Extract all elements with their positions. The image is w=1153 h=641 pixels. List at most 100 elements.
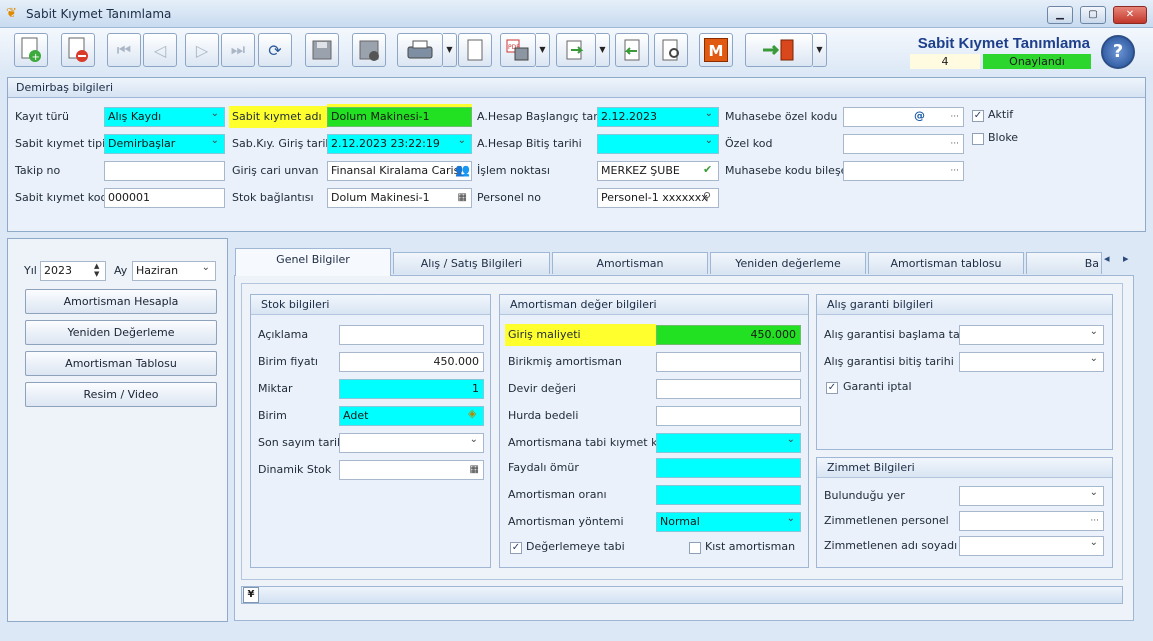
garanti-bit-select[interactable] [959,352,1104,372]
person-search-icon[interactable]: ⚲ [703,190,711,203]
at-sign-icon[interactable]: @ [914,109,925,122]
yeniden-degerleme-button[interactable]: Yeniden Değerleme [25,320,217,345]
zimmet-adi-select[interactable] [959,536,1104,556]
ahesap-bas-select[interactable]: 2.12.2023 [597,107,719,127]
sk-adi-input[interactable]: Dolum Makinesi-1 [327,107,472,127]
sk-kodu-input[interactable]: 000001 [104,188,225,208]
help-icon[interactable]: ? [1101,35,1135,69]
yontem-select[interactable]: Normal [656,512,801,532]
birim-fiyati-label: Birim fiyatı [258,355,318,368]
takip-no-input[interactable] [104,161,225,181]
muh-ozel-input[interactable] [843,107,964,127]
expand-icon[interactable]: ¥ [243,587,259,603]
tab-amortisman[interactable]: Amortisman [552,252,708,274]
garanti-iptal-checkbox[interactable]: ✓ [826,382,838,394]
bulundugu-yer-select[interactable] [959,486,1104,506]
print-dropdown-icon[interactable]: ▼ [443,33,457,67]
muh-bilesen-input[interactable] [843,161,964,181]
garanti-bit-label: Alış garantisi bitiş tarihi [824,355,954,368]
son-sayim-select[interactable] [339,433,484,453]
first-record-icon[interactable]: ⏮ [107,33,141,67]
pdf-export-icon[interactable]: PDF [500,33,536,67]
people-icon[interactable]: 👥 [455,163,470,177]
sk-adi-label: Sabit kıymet adı [229,106,327,128]
oran-input[interactable] [656,485,801,505]
giris-tarihi-select[interactable]: 2.12.2023 23:22:19 [327,134,472,154]
bulundugu-yer-label: Bulunduğu yer [824,489,905,502]
close-window-button[interactable]: ✕ [1113,6,1147,24]
back-icon[interactable] [615,33,649,67]
muh-bilesen-label: Muhasebe kodu bileşeni [725,164,858,177]
dinamik-input[interactable] [339,460,484,480]
settings-icon[interactable] [654,33,688,67]
ay-select[interactable]: Haziran [132,261,216,281]
export-dropdown-icon[interactable]: ▼ [596,33,610,67]
zimmet-personel-input[interactable] [959,511,1104,531]
m-icon[interactable]: M [699,33,733,67]
tab-genel-bilgiler[interactable]: Genel Bilgiler [235,248,391,276]
birikmis-input[interactable] [656,352,801,372]
print-icon[interactable] [397,33,443,67]
birim-fiyati-input[interactable]: 450.000 [339,352,484,372]
garanti-bas-select[interactable] [959,325,1104,345]
amortisman-hesapla-button[interactable]: Amortisman Hesapla [25,289,217,314]
kayit-turu-label: Kayıt türü [15,110,69,123]
degerlemeye-checkbox[interactable]: ✓ [510,542,522,554]
save-close-icon[interactable] [352,33,386,67]
spinner-arrows-icon[interactable]: ▲ ▼ [94,262,99,278]
kayit-turu-select[interactable]: Alış Kaydı [104,107,225,127]
muh-ozel-label: Muhasebe özel kodu [725,110,838,123]
sk-tipi-select[interactable]: Demirbaşlar [104,134,225,154]
islem-input[interactable]: MERKEZ ŞUBE [597,161,719,181]
resim-video-button[interactable]: Resim / Video [25,382,217,407]
birikmis-label: Birikmiş amortisman [508,355,622,368]
exit-dropdown-icon[interactable]: ▼ [813,33,827,67]
miktar-label: Miktar [258,382,293,395]
tag-icon[interactable]: ◈ [468,407,476,420]
tab-amortisman-tablosu[interactable]: Amortisman tablosu [868,252,1024,274]
personel-input[interactable]: Personel-1 xxxxxxx [597,188,719,208]
giris-maliyeti-input[interactable]: 450.000 [656,325,801,345]
last-record-icon[interactable]: ⏭ [221,33,255,67]
delete-document-icon[interactable] [61,33,95,67]
birim-input[interactable]: Adet [339,406,484,426]
tabi-kod-select[interactable] [656,433,801,453]
pdf-dropdown-icon[interactable]: ▼ [536,33,550,67]
blank-page-icon[interactable] [458,33,492,67]
sk-kodu-label: Sabit kıymet kodu [15,191,115,204]
kist-checkbox[interactable] [689,542,701,554]
check-icon[interactable]: ✔ [703,163,712,176]
tabi-kod-label: Amortismana tabi kıymet kodu [508,436,678,449]
expander-bar[interactable] [241,586,1123,604]
personel-label: Personel no [477,191,541,204]
tab-next-icon[interactable]: ▸ [1123,252,1129,265]
bloke-checkbox[interactable] [972,133,984,145]
giris-tarihi-label: Sab.Kıy. Giriş tarihi [232,137,336,150]
refresh-icon[interactable]: ⟳ [258,33,292,67]
save-icon[interactable] [305,33,339,67]
hurda-input[interactable] [656,406,801,426]
stok-input[interactable]: Dolum Makinesi-1 [327,188,472,208]
tab-ba[interactable]: Ba [1026,252,1102,274]
new-document-icon[interactable]: + [14,33,48,67]
previous-record-icon[interactable]: ◁ [143,33,177,67]
devir-input[interactable] [656,379,801,399]
tab-prev-icon[interactable]: ◂ [1104,252,1110,265]
kist-label: Kıst amortisman [705,540,796,553]
cari-input[interactable]: Finansal Kiralama Carisi [327,161,472,181]
aktif-checkbox[interactable]: ✓ [972,110,984,122]
minimize-button[interactable]: ▁ [1047,6,1073,24]
next-record-icon[interactable]: ▷ [185,33,219,67]
tab-yeniden-degerleme[interactable]: Yeniden değerleme [710,252,866,274]
faydali-input[interactable] [656,458,801,478]
ahesap-bit-select[interactable] [597,134,719,154]
exit-door-icon[interactable] [745,33,813,67]
tab-alis-satis[interactable]: Alış / Satış Bilgileri [393,252,550,274]
zimmet-adi-label: Zimmetlenen adı soyadı [824,539,958,552]
maximize-button[interactable]: ▢ [1080,6,1106,24]
aciklama-input[interactable] [339,325,484,345]
export-icon[interactable] [556,33,596,67]
miktar-input[interactable]: 1 [339,379,484,399]
ozel-kod-input[interactable] [843,134,964,154]
amortisman-tablosu-button[interactable]: Amortisman Tablosu [25,351,217,376]
